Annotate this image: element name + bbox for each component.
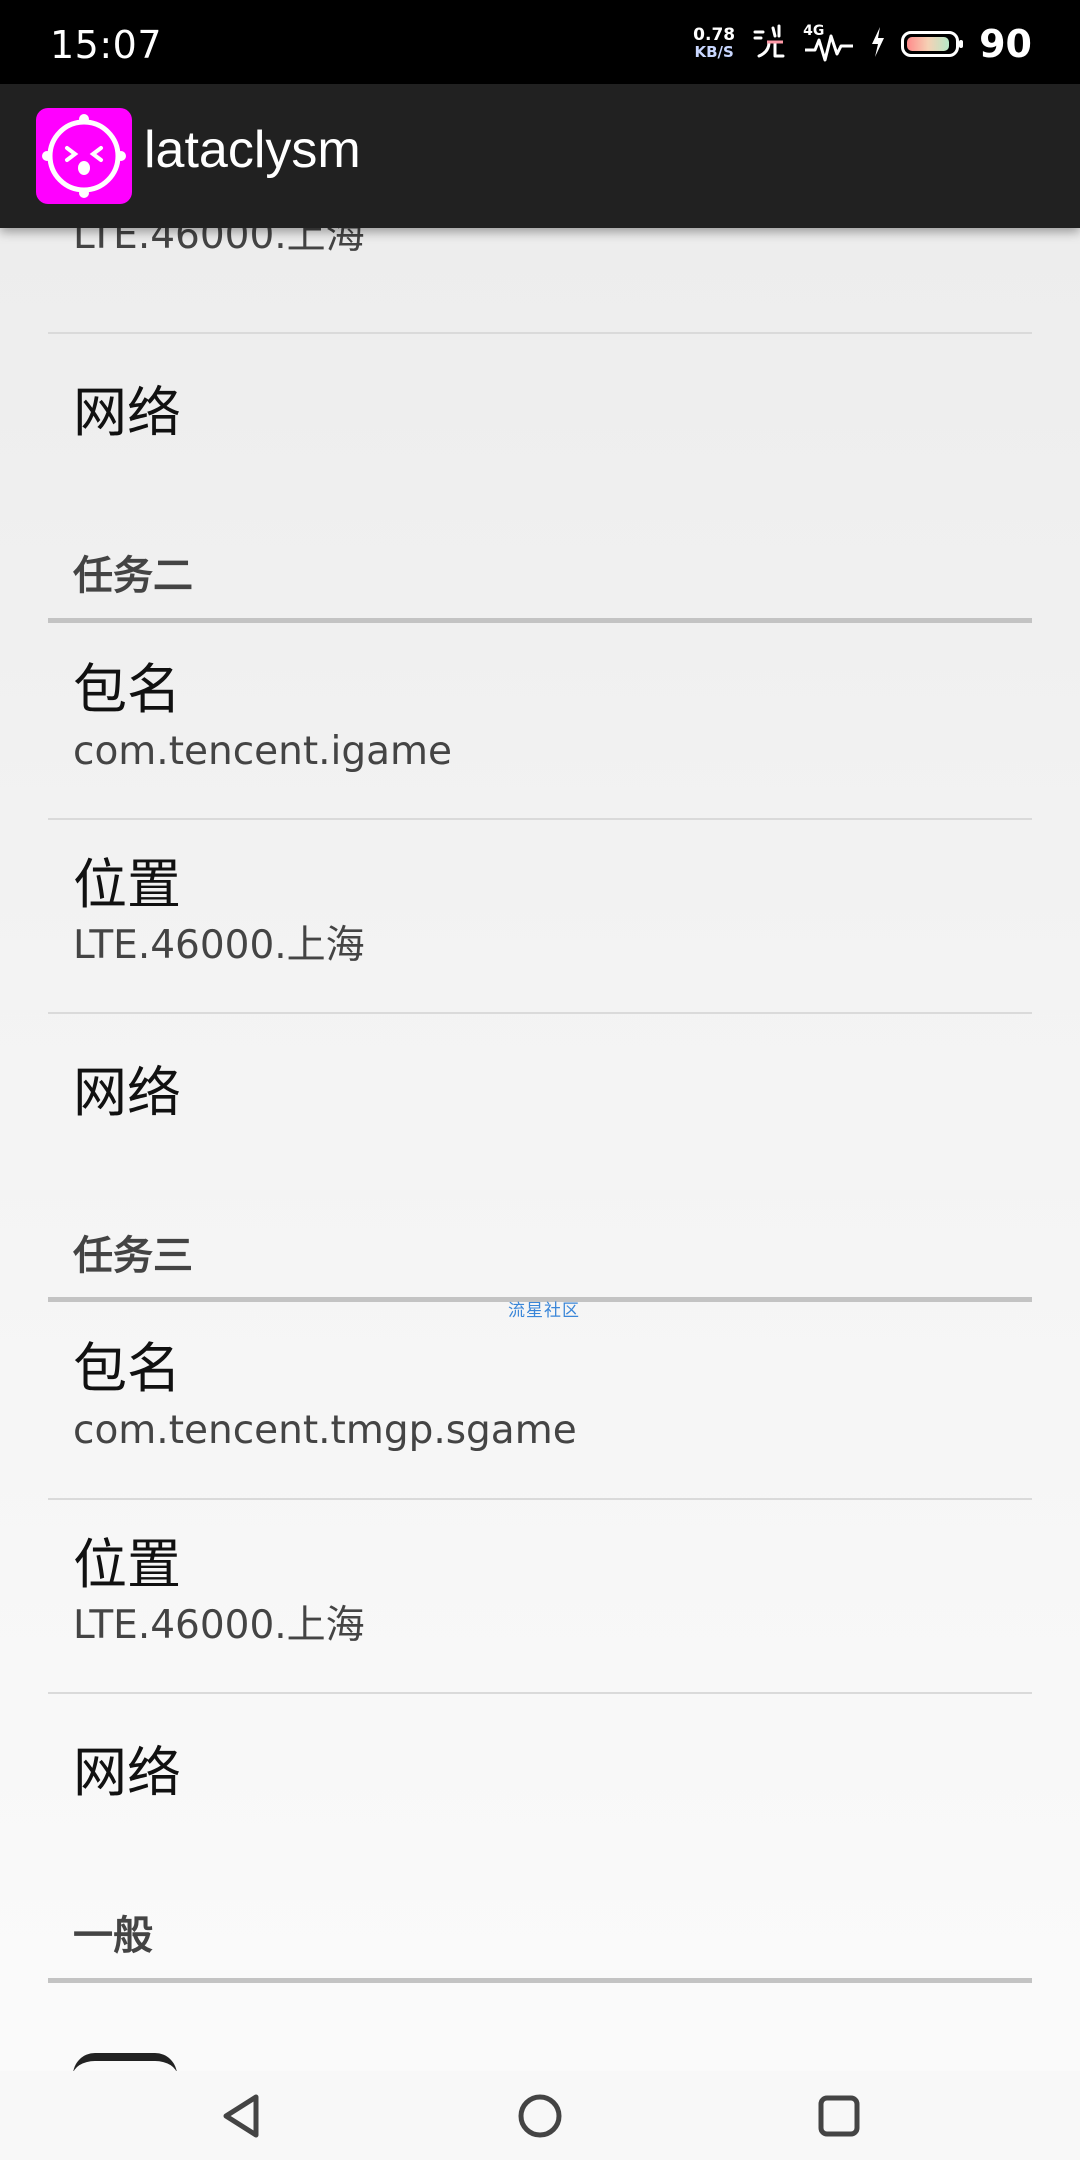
network-title-task3: 网络 [73, 1741, 181, 1804]
location-title-task3: 位置 [73, 1533, 181, 1596]
location-summary-task2: LTE.46000.上海 [73, 923, 365, 968]
navigation-bar [0, 2071, 1080, 2160]
status-bar: 15:07 0.78 KB/S 4G 90 [0, 0, 1080, 84]
category-header-general: 一般 [73, 1913, 153, 1959]
network-speed: 0.78 KB/S [693, 27, 735, 61]
network-speed-value: 0.78 [693, 25, 736, 45]
network-item-task1[interactable]: 网络 [48, 334, 1032, 494]
screen: 15:07 0.78 KB/S 4G 90 lataclysm LTE.4600… [0, 0, 1080, 2160]
package-summary-task3: com.tencent.tmgp.sgame [73, 1408, 577, 1453]
package-title-task3: 包名 [73, 1337, 181, 1400]
package-summary-task2: com.tencent.igame [73, 729, 453, 774]
next-item-partial[interactable] [48, 1983, 1032, 2071]
charging-icon [869, 25, 887, 63]
back-icon[interactable] [206, 2081, 276, 2151]
network-speed-unit: KB/S [694, 43, 734, 61]
location-summary-task1: LTE.46000.上海 [73, 228, 365, 258]
package-title-task2: 包名 [73, 658, 181, 721]
location-item-task2[interactable]: 位置 LTE.46000.上海 [48, 820, 1032, 1012]
location-item-task3[interactable]: 位置 LTE.46000.上海 [48, 1500, 1032, 1692]
battery-fill [907, 37, 949, 51]
app-bar: lataclysm [0, 84, 1080, 228]
category-header-task3: 任务三 [73, 1233, 193, 1279]
preferences-list[interactable]: LTE.46000.上海 网络 任务二 包名 com.tencent.igame… [0, 228, 1080, 2071]
status-icons: 0.78 KB/S 4G 90 [693, 24, 1032, 64]
network-item-task2[interactable]: 网络 [48, 1014, 1032, 1174]
location-item-task1[interactable]: LTE.46000.上海 [48, 228, 1032, 318]
battery-level: 90 [979, 22, 1032, 66]
network-item-task3[interactable]: 网络 [48, 1694, 1032, 1854]
location-summary-task3: LTE.46000.上海 [73, 1603, 365, 1648]
network-title-task1: 网络 [73, 381, 181, 444]
signal-icon: 4G [803, 24, 855, 64]
location-title-task2: 位置 [73, 853, 181, 916]
home-icon[interactable] [505, 2081, 575, 2151]
package-item-task2[interactable]: 包名 com.tencent.igame [48, 623, 1032, 815]
battery-icon [901, 31, 964, 57]
next-item-title-partial [73, 2053, 177, 2071]
watermark: 流星社区 [508, 1301, 580, 1321]
category-header-task2: 任务二 [73, 553, 193, 599]
app-logo-icon[interactable] [36, 108, 132, 204]
status-time: 15:07 [50, 23, 163, 67]
hotspot-icon [749, 22, 789, 66]
recents-icon[interactable] [804, 2081, 874, 2151]
network-title-task2: 网络 [73, 1061, 181, 1124]
package-item-task3[interactable]: 包名 com.tencent.tmgp.sgame [48, 1302, 1032, 1494]
app-title: lataclysm [144, 121, 361, 179]
